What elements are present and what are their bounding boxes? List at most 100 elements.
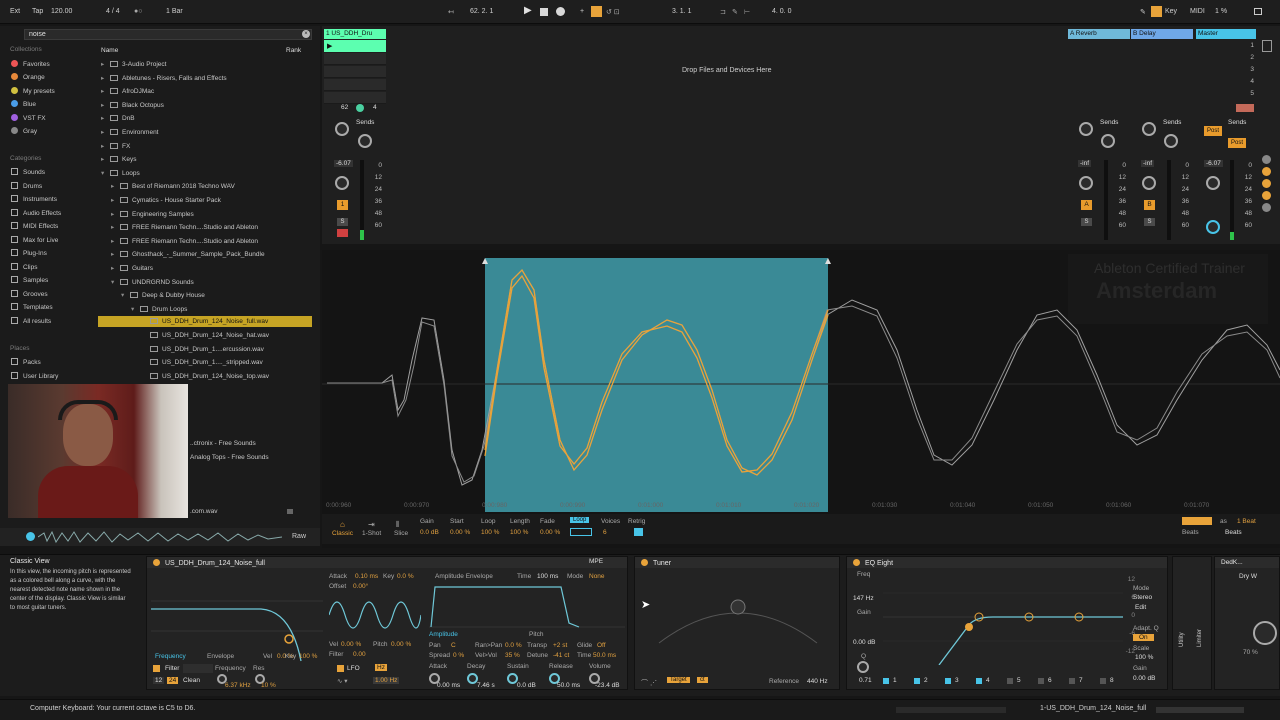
scale-value[interactable]: 100 % — [1135, 654, 1153, 661]
clip-slot[interactable] — [324, 92, 386, 104]
envelope-tab[interactable]: Envelope — [207, 653, 234, 660]
drop-zone-text[interactable]: Drop Files and Devices Here — [682, 67, 771, 74]
filter-toggle[interactable] — [153, 665, 160, 672]
overview-bar[interactable] — [896, 707, 1006, 713]
loop-value[interactable]: 100 % — [481, 529, 499, 536]
target-toggle[interactable]: Target — [667, 677, 690, 683]
attack-value[interactable]: 0.10 ms — [355, 573, 378, 580]
chevron-right-icon[interactable]: ▸ — [101, 101, 107, 109]
cue-volume-knob[interactable] — [1206, 220, 1220, 234]
device-on-icon[interactable] — [853, 559, 860, 566]
eq-output-gain-value[interactable]: 0.00 dB — [1133, 675, 1155, 682]
overdub-icon[interactable]: + — [580, 8, 584, 15]
category-sounds[interactable]: Sounds — [11, 168, 45, 176]
place-user-library[interactable]: User Library — [11, 372, 58, 380]
browser-item-extra-3[interactable]: .com.wav — [190, 508, 217, 515]
collection-blue[interactable]: Blue — [11, 100, 36, 108]
track-activator[interactable]: 1 — [337, 200, 348, 210]
browser-item[interactable]: ▾ Deep & Dubby House — [121, 291, 205, 299]
scene-3[interactable]: 3 — [1246, 64, 1254, 76]
place-packs[interactable]: Packs — [11, 358, 41, 366]
eq-band-6[interactable]: 6 — [1048, 677, 1052, 684]
time-value[interactable]: 100 ms — [537, 573, 558, 580]
eq-band-8[interactable]: 8 — [1110, 677, 1114, 684]
follow-icon[interactable]: ↤ — [448, 8, 454, 16]
category-samples[interactable]: Samples — [11, 276, 48, 284]
offset-value[interactable]: 0.00° — [353, 583, 368, 590]
midi-map-button[interactable]: MIDI — [1190, 8, 1205, 15]
return-a-pan-knob[interactable] — [1079, 176, 1093, 190]
eq-band-toggle[interactable] — [883, 678, 889, 684]
browser-item[interactable]: US_DDH_Drum_124_Noise_hat.wav — [141, 332, 269, 339]
clip-slot-playing[interactable]: ▶ — [324, 40, 386, 52]
mode-value[interactable]: None — [589, 573, 605, 580]
time-signature[interactable]: 4 / 4 — [106, 8, 120, 15]
loop-selection[interactable] — [485, 258, 828, 512]
collection-gray[interactable]: Gray — [11, 127, 37, 135]
browser-item[interactable]: US_DDH_Drum_1....ercussion.wav — [141, 345, 264, 353]
chevron-right-icon[interactable]: ▸ — [111, 210, 117, 218]
eq-band-2[interactable]: 2 — [924, 677, 928, 684]
punch-in-icon[interactable]: ⊢ — [744, 8, 750, 16]
stop-all-clips-icon[interactable] — [1236, 104, 1254, 112]
return-b-volume[interactable]: -inf — [1141, 160, 1155, 167]
ext-button[interactable]: Ext — [10, 8, 20, 15]
eq-band-4[interactable]: 4 — [986, 677, 990, 684]
metronome-icon[interactable]: ●○ — [134, 8, 142, 15]
loop-length[interactable]: 4. 0. 0 — [772, 8, 791, 15]
key-map-button[interactable]: Key — [1165, 8, 1177, 15]
return-a-send-b-knob[interactable] — [1101, 134, 1115, 148]
res-value[interactable]: 10 % — [261, 682, 276, 689]
eq-band-1[interactable]: 1 — [893, 677, 897, 684]
slice-icon[interactable]: ⫴ — [396, 520, 399, 530]
one-beat-value[interactable]: 1 Beat — [1237, 518, 1256, 525]
beats-select[interactable]: Beats — [1225, 529, 1242, 536]
gain-value[interactable]: 0.0 dB — [420, 529, 439, 536]
chevron-right-icon[interactable]: ▸ — [101, 74, 107, 82]
warp-beats-field[interactable] — [1182, 517, 1212, 525]
category-midi-effects[interactable]: MIDI Effects — [11, 222, 58, 230]
beats-label[interactable]: Beats — [1182, 529, 1199, 536]
master-pan-knob[interactable] — [1206, 176, 1220, 190]
send-a-knob[interactable] — [335, 122, 349, 136]
scene-1[interactable]: 1 — [1246, 40, 1254, 52]
category-audio-effects[interactable]: Audio Effects — [11, 209, 61, 217]
pitch-value[interactable]: 0.00 % — [391, 641, 411, 648]
io-toggle-icon[interactable] — [1262, 155, 1271, 164]
adaptive-q-toggle[interactable]: On — [1133, 634, 1154, 641]
browser-item-extra-2[interactable]: Analog Tops - Free Sounds — [190, 454, 269, 461]
return-b-activator[interactable]: B — [1144, 200, 1155, 210]
browser-item[interactable]: ▸ Guitars — [111, 264, 153, 272]
category-grooves[interactable]: Grooves — [11, 290, 48, 298]
clear-search-icon[interactable]: × — [302, 30, 310, 38]
lfo-toggle[interactable] — [337, 665, 344, 672]
eq-gain-value[interactable]: 0.00 dB — [853, 639, 875, 646]
category-drums[interactable]: Drums — [11, 182, 42, 190]
dedk-header[interactable]: DedK... — [1215, 557, 1279, 568]
search-input[interactable] — [24, 29, 312, 40]
decay-value[interactable]: 7.46 s — [477, 682, 495, 689]
return-a-send-a-knob[interactable] — [1079, 122, 1093, 136]
simpler-header[interactable]: US_DDH_Drum_124_Noise_full — [147, 557, 627, 568]
return-a-solo[interactable]: S — [1081, 218, 1092, 226]
clip-slot[interactable] — [324, 53, 386, 65]
collection-orange[interactable]: Orange — [11, 73, 45, 81]
browser-item[interactable]: ▾ Loops — [101, 169, 140, 177]
raw-toggle[interactable]: Raw — [292, 533, 306, 540]
key-map-icon[interactable] — [1151, 6, 1162, 17]
name-column-header[interactable]: Name — [101, 47, 118, 54]
limiter-title[interactable]: Limiter — [1197, 629, 1203, 647]
eq-band-7[interactable]: 7 — [1079, 677, 1083, 684]
record-icon[interactable] — [556, 7, 565, 16]
browser-item[interactable]: ▸ Black Octopus — [101, 101, 164, 109]
browser-item[interactable]: ▸ FX — [101, 142, 130, 150]
slope-12[interactable]: 12 — [153, 677, 165, 684]
release-value[interactable]: 50.0 ms — [557, 682, 580, 689]
eq-freq-value[interactable]: 147 Hz — [853, 595, 874, 602]
draw-mode-icon[interactable]: ✎ — [732, 8, 738, 16]
key-value[interactable]: 0.0 % — [397, 573, 414, 580]
eq-edit-toggle[interactable]: Edit — [1135, 604, 1146, 611]
eq-band-3[interactable]: 3 — [955, 677, 959, 684]
chevron-right-icon[interactable]: ▸ — [101, 60, 107, 68]
play-icon[interactable]: ▶ — [524, 5, 532, 16]
